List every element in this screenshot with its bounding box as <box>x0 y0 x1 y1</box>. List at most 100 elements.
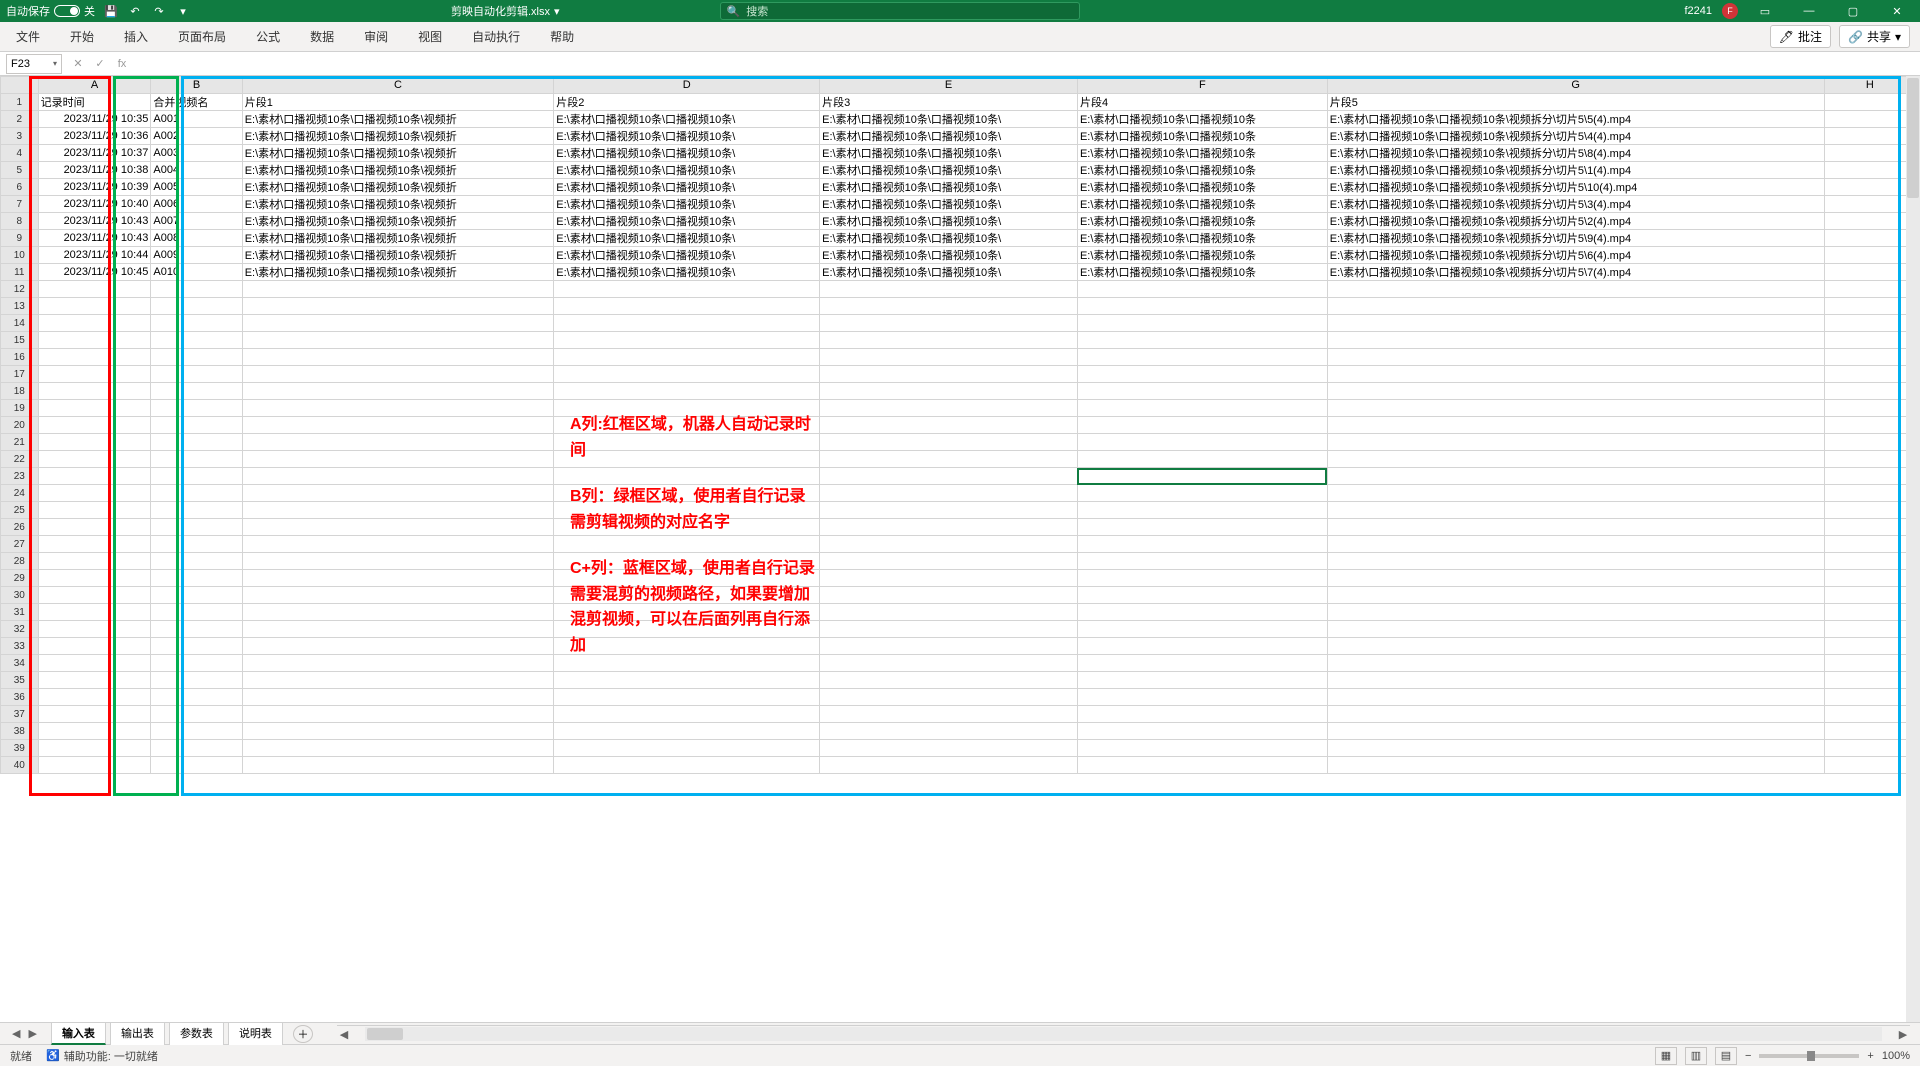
cell-F31[interactable] <box>1077 604 1327 621</box>
cell-B1[interactable]: 合并视频名 <box>151 94 242 111</box>
cell-C14[interactable] <box>242 315 554 332</box>
cell-C27[interactable] <box>242 536 554 553</box>
cell-C36[interactable] <box>242 689 554 706</box>
sheet-tab-3[interactable]: 说明表 <box>228 1022 283 1045</box>
cell-E15[interactable] <box>820 332 1078 349</box>
ribbon-tab-7[interactable]: 视图 <box>412 24 448 49</box>
cell-H1[interactable] <box>1824 94 1915 111</box>
cell-C32[interactable] <box>242 621 554 638</box>
cell-G31[interactable] <box>1327 604 1824 621</box>
cell-A35[interactable] <box>38 672 151 689</box>
cell-E34[interactable] <box>820 655 1078 672</box>
col-header-G[interactable]: G <box>1327 77 1824 94</box>
col-header-F[interactable]: F <box>1077 77 1327 94</box>
cell-D11[interactable]: E:\素材\口播视频10条\口播视频10条\ <box>554 264 820 281</box>
cell-H32[interactable] <box>1824 621 1915 638</box>
row-header[interactable]: 13 <box>1 298 39 315</box>
cell-A20[interactable] <box>38 417 151 434</box>
cell-D18[interactable] <box>554 383 820 400</box>
cell-D21[interactable] <box>554 434 820 451</box>
cell-G36[interactable] <box>1327 689 1824 706</box>
cell-C12[interactable] <box>242 281 554 298</box>
cell-D27[interactable] <box>554 536 820 553</box>
minimize-icon[interactable]: — <box>1792 0 1826 22</box>
cell-E8[interactable]: E:\素材\口播视频10条\口播视频10条\ <box>820 213 1078 230</box>
cell-C1[interactable]: 片段1 <box>242 94 554 111</box>
cell-C15[interactable] <box>242 332 554 349</box>
cell-A17[interactable] <box>38 366 151 383</box>
cell-E3[interactable]: E:\素材\口播视频10条\口播视频10条\ <box>820 128 1078 145</box>
row-header[interactable]: 8 <box>1 213 39 230</box>
row-header[interactable]: 40 <box>1 757 39 774</box>
ribbon-tab-8[interactable]: 自动执行 <box>466 24 526 49</box>
cell-E24[interactable] <box>820 485 1078 502</box>
cell-H28[interactable] <box>1824 553 1915 570</box>
row-header[interactable]: 16 <box>1 349 39 366</box>
cell-F11[interactable]: E:\素材\口播视频10条\口播视频10条 <box>1077 264 1327 281</box>
cell-G11[interactable]: E:\素材\口播视频10条\口播视频10条\视频拆分\切片5\7(4).mp4 <box>1327 264 1824 281</box>
cell-C3[interactable]: E:\素材\口播视频10条\口播视频10条\视频折 <box>242 128 554 145</box>
cell-F38[interactable] <box>1077 723 1327 740</box>
cell-C8[interactable]: E:\素材\口播视频10条\口播视频10条\视频折 <box>242 213 554 230</box>
cell-E38[interactable] <box>820 723 1078 740</box>
cell-F40[interactable] <box>1077 757 1327 774</box>
cell-A34[interactable] <box>38 655 151 672</box>
cell-H6[interactable] <box>1824 179 1915 196</box>
zoom-slider[interactable] <box>1759 1054 1859 1058</box>
row-header[interactable]: 31 <box>1 604 39 621</box>
cell-B9[interactable]: A008 <box>151 230 242 247</box>
cell-A18[interactable] <box>38 383 151 400</box>
cell-B4[interactable]: A003 <box>151 145 242 162</box>
cell-C18[interactable] <box>242 383 554 400</box>
cell-A37[interactable] <box>38 706 151 723</box>
cell-C35[interactable] <box>242 672 554 689</box>
col-header-D[interactable]: D <box>554 77 820 94</box>
horizontal-scrollbar[interactable]: ◀ ▶ <box>337 1025 1910 1042</box>
sheet-nav-next-icon[interactable]: ▶ <box>26 1027 38 1040</box>
cell-G5[interactable]: E:\素材\口播视频10条\口播视频10条\视频拆分\切片5\1(4).mp4 <box>1327 162 1824 179</box>
cell-D22[interactable] <box>554 451 820 468</box>
cell-A11[interactable]: 2023/11/29 10:45 <box>38 264 151 281</box>
cell-A6[interactable]: 2023/11/29 10:39 <box>38 179 151 196</box>
vertical-scrollbar[interactable] <box>1906 76 1920 1022</box>
cell-E18[interactable] <box>820 383 1078 400</box>
cell-C37[interactable] <box>242 706 554 723</box>
cell-G23[interactable] <box>1327 468 1824 485</box>
cell-D12[interactable] <box>554 281 820 298</box>
cell-E31[interactable] <box>820 604 1078 621</box>
cell-C23[interactable] <box>242 468 554 485</box>
cell-F29[interactable] <box>1077 570 1327 587</box>
cell-E12[interactable] <box>820 281 1078 298</box>
row-header[interactable]: 10 <box>1 247 39 264</box>
cell-B10[interactable]: A009 <box>151 247 242 264</box>
cell-B7[interactable]: A006 <box>151 196 242 213</box>
cell-G30[interactable] <box>1327 587 1824 604</box>
cell-E4[interactable]: E:\素材\口播视频10条\口播视频10条\ <box>820 145 1078 162</box>
row-header[interactable]: 24 <box>1 485 39 502</box>
row-header[interactable]: 32 <box>1 621 39 638</box>
cell-F16[interactable] <box>1077 349 1327 366</box>
cell-D13[interactable] <box>554 298 820 315</box>
cell-E37[interactable] <box>820 706 1078 723</box>
col-header-C[interactable]: C <box>242 77 554 94</box>
cell-D40[interactable] <box>554 757 820 774</box>
cell-A39[interactable] <box>38 740 151 757</box>
cell-C17[interactable] <box>242 366 554 383</box>
scrollbar-thumb[interactable] <box>1907 78 1919 198</box>
cell-A5[interactable]: 2023/11/29 10:38 <box>38 162 151 179</box>
row-header[interactable]: 22 <box>1 451 39 468</box>
cell-G38[interactable] <box>1327 723 1824 740</box>
cell-G14[interactable] <box>1327 315 1824 332</box>
row-header[interactable]: 15 <box>1 332 39 349</box>
cell-G4[interactable]: E:\素材\口播视频10条\口播视频10条\视频拆分\切片5\8(4).mp4 <box>1327 145 1824 162</box>
cell-F2[interactable]: E:\素材\口播视频10条\口播视频10条 <box>1077 111 1327 128</box>
cell-D20[interactable] <box>554 417 820 434</box>
cell-A25[interactable] <box>38 502 151 519</box>
cell-E6[interactable]: E:\素材\口播视频10条\口播视频10条\ <box>820 179 1078 196</box>
cell-C20[interactable] <box>242 417 554 434</box>
cell-H16[interactable] <box>1824 349 1915 366</box>
cell-F34[interactable] <box>1077 655 1327 672</box>
cell-F27[interactable] <box>1077 536 1327 553</box>
col-header-A[interactable]: A <box>38 77 151 94</box>
cell-G24[interactable] <box>1327 485 1824 502</box>
